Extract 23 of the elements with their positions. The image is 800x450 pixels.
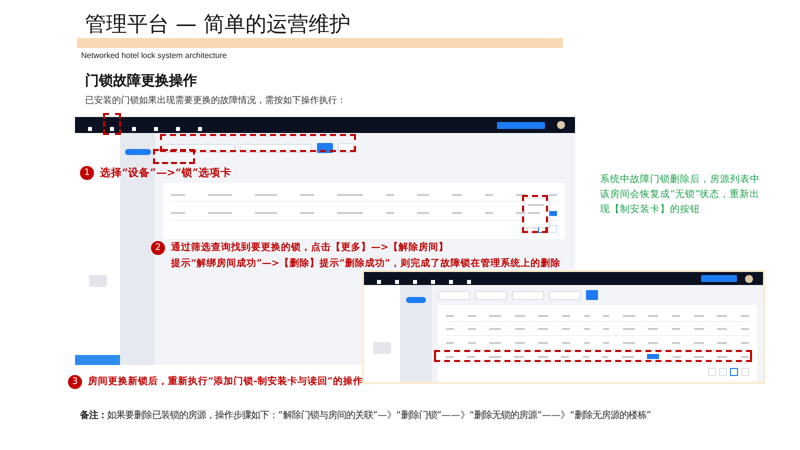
side-note: 系统中故障门锁删除后，房源列表中该房间会恢复成“无锁”状态，重新出现【制安装卡】的按钮	[600, 173, 760, 217]
footnote: 备注：如果要删除已装锁的房源，操作步骤如下：“解除门锁与房间的关联”—》“删除门锁”——》“删除无锁的房源”——》“删除无房源的楼栋”	[80, 409, 652, 422]
filter-input[interactable]	[512, 290, 544, 300]
step-text: 通过筛选查询找到要更换的锁，点击【更多】—>【解除房间】	[171, 241, 450, 255]
step-text: 选择“设备”—>“锁”选项卡	[100, 166, 232, 180]
illustration-placeholder	[373, 342, 391, 354]
install-card-button[interactable]	[647, 354, 660, 359]
slide-title: 管理平台 — 简单的运营维护	[84, 11, 352, 38]
step-number: 3	[68, 375, 82, 389]
section-heading: 门锁故障更换操作	[85, 72, 198, 90]
header-button[interactable]	[497, 122, 545, 128]
highlight-frame	[103, 113, 121, 135]
tab-pill[interactable]	[406, 297, 426, 303]
step-text: 房间更换新锁后，重新执行“添加门锁-制安装卡与读回”的操作	[88, 375, 363, 389]
avatar-icon[interactable]	[557, 121, 565, 129]
slide-subtitle: Networked hotel lock system architecture	[81, 51, 228, 60]
highlight-frame	[522, 195, 548, 233]
intro-text: 已安装的门锁如果出现需要更换的故障情况，需按如下操作执行：	[85, 94, 347, 107]
tab-pill[interactable]	[124, 149, 150, 155]
avatar-icon[interactable]	[745, 274, 753, 282]
step-text: 提示“解绑房间成功”—>【删除】提示“删除成功”，则完成了故障锁在管理系统上的删除	[171, 257, 560, 271]
illustration-placeholder	[88, 275, 106, 287]
edit-button[interactable]	[549, 210, 557, 216]
